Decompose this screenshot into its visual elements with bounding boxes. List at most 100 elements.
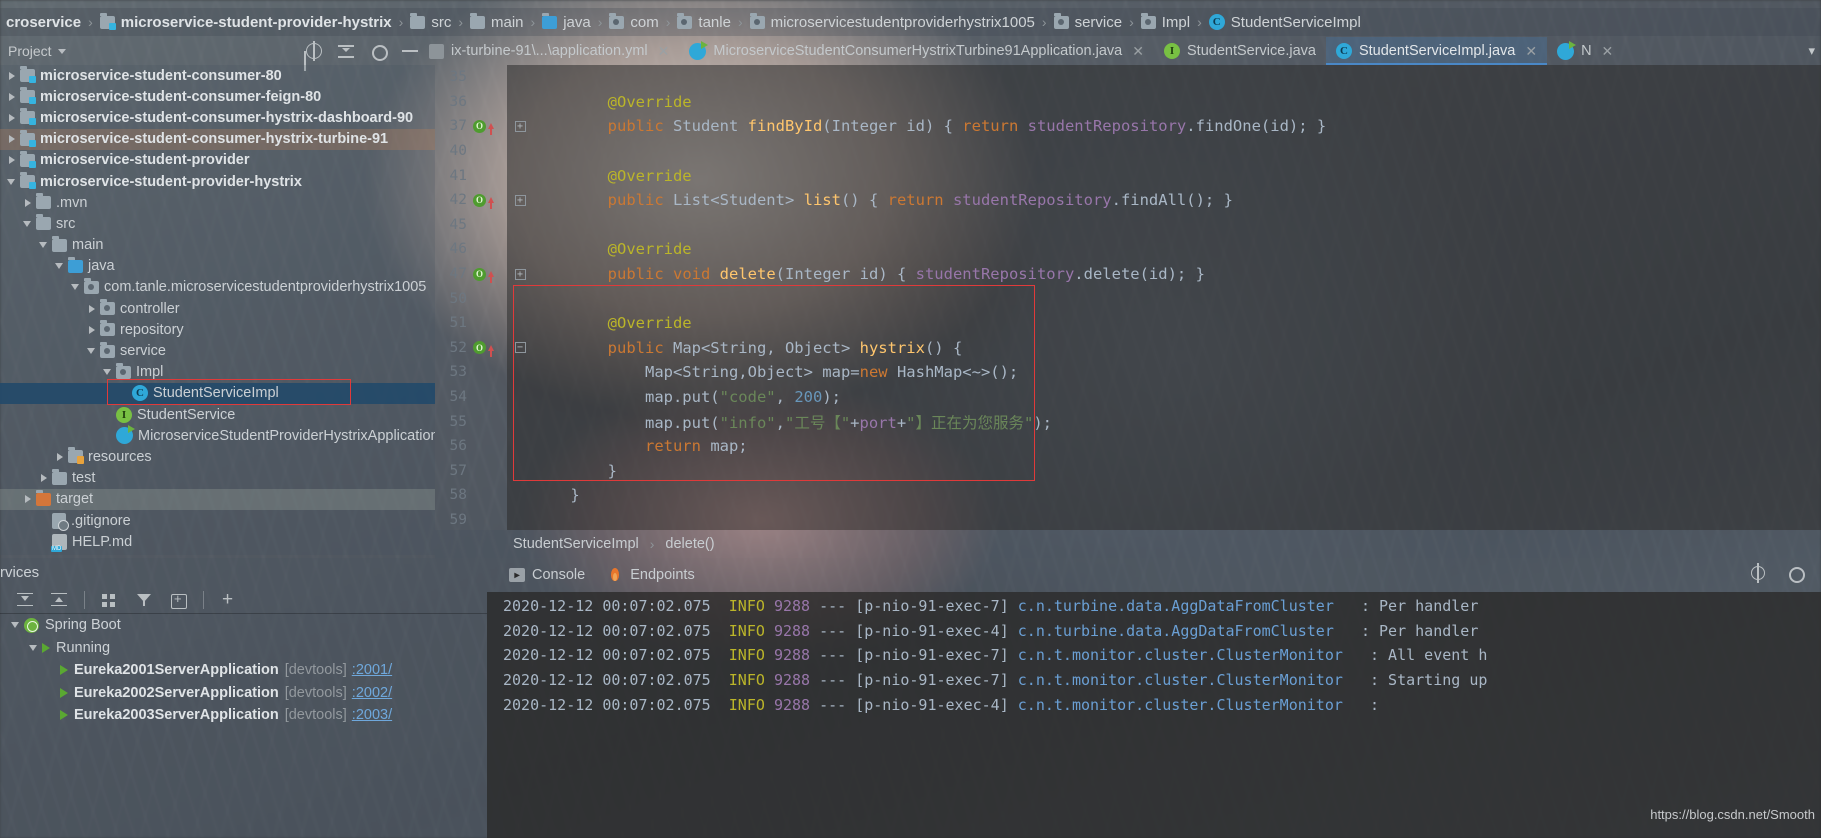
editor-tab-ix-turbine-91-application-yml[interactable]: ix-turbine-91\...\application.yml ✕: [419, 37, 679, 65]
breadcrumb-item-studentserviceimpl[interactable]: C StudentServiceImpl: [1205, 14, 1365, 31]
override-icon[interactable]: O: [473, 341, 486, 355]
tree-twisty-down-icon[interactable]: [4, 174, 20, 190]
tree-node-help-md[interactable]: HELP.md: [0, 531, 435, 552]
group-icon[interactable]: [101, 591, 119, 609]
add-tab-icon[interactable]: [169, 591, 187, 609]
code-line-42[interactable]: 42 O + public List<Student> list() { retur…: [435, 188, 1821, 213]
tree-node--mvn[interactable]: .mvn: [0, 192, 435, 213]
fold-plus-icon[interactable]: +: [507, 268, 533, 280]
fold-minus-icon[interactable]: −: [507, 342, 533, 354]
project-tree[interactable]: microservice-student-consumer-80 microser…: [0, 65, 435, 555]
hide-icon[interactable]: [1749, 563, 1767, 583]
tree-twisty-down-icon[interactable]: [100, 364, 116, 380]
up-arrow-icon[interactable]: [488, 344, 494, 357]
code-line-55[interactable]: 55 map.put("info","工号【"+port+"】正在为您服务");: [435, 409, 1821, 434]
service-link[interactable]: :2001/: [352, 662, 392, 678]
override-icon[interactable]: O: [473, 119, 486, 133]
code-line-35[interactable]: 35: [435, 65, 1821, 90]
tree-twisty-down-icon[interactable]: [26, 640, 42, 656]
up-arrow-icon[interactable]: [488, 197, 494, 210]
code-line-50[interactable]: 50: [435, 286, 1821, 311]
tree-node-target[interactable]: target: [0, 488, 435, 510]
fold-plus-icon[interactable]: +: [507, 120, 533, 132]
code-line-40[interactable]: 40: [435, 139, 1821, 164]
tree-twisty-down-icon[interactable]: [8, 617, 24, 633]
up-arrow-icon[interactable]: [488, 123, 494, 136]
tree-node--gitignore[interactable]: .gitignore: [0, 510, 435, 531]
service-row-spring-boot[interactable]: Spring Boot: [0, 614, 487, 637]
services-tree[interactable]: Spring Boot Running Eureka2001ServerApplic…: [0, 614, 487, 727]
tree-node-service[interactable]: service: [0, 340, 435, 361]
tree-twisty-right-icon[interactable]: [36, 470, 52, 486]
tree-node-microservice-student-provider[interactable]: microservice-student-provider: [0, 150, 435, 171]
locate-icon[interactable]: [305, 41, 323, 61]
code-line-58[interactable]: 58 }: [435, 483, 1821, 508]
console-tab-endpoints[interactable]: Endpoints: [607, 567, 695, 583]
editor-tabs-overflow[interactable]: ▾: [1808, 43, 1821, 59]
fold-plus-icon[interactable]: +: [507, 194, 533, 206]
editor-breadcrumb-item[interactable]: StudentServiceImpl: [513, 536, 639, 552]
tree-twisty-down-icon[interactable]: [52, 258, 68, 274]
code-line-46[interactable]: 46 @Override: [435, 237, 1821, 262]
code-line-36[interactable]: 36 @Override: [435, 90, 1821, 115]
gear-icon[interactable]: [1785, 563, 1805, 583]
gear-icon[interactable]: [369, 42, 388, 61]
console-tab-console[interactable]: ▸ Console: [509, 567, 585, 583]
breadcrumb-item-impl[interactable]: Impl: [1137, 12, 1194, 31]
editor-breadcrumb-item[interactable]: delete(): [665, 536, 714, 552]
project-view-selector[interactable]: Project: [0, 37, 110, 65]
breadcrumb-item-croservice[interactable]: croservice: [2, 14, 85, 31]
filter-icon[interactable]: [135, 591, 153, 609]
tree-twisty-right-icon[interactable]: [20, 491, 36, 507]
tree-twisty-down-icon[interactable]: [20, 216, 36, 232]
tree-node-microservicestudentproviderhystrixapplic[interactable]: MicroserviceStudentProviderHystrixApplic…: [0, 425, 435, 446]
tree-node-microservice-student-consumer-feign-80[interactable]: microservice-student-consumer-feign-80: [0, 86, 435, 107]
tree-node-microservice-student-consumer-hystrix-da[interactable]: microservice-student-consumer-hystrix-da…: [0, 107, 435, 128]
breadcrumb-item-com[interactable]: com: [605, 12, 662, 31]
collapse-all-icon[interactable]: [337, 42, 355, 60]
tree-twisty-right-icon[interactable]: [84, 322, 100, 338]
tree-node-src[interactable]: src: [0, 213, 435, 234]
expand-all-icon[interactable]: [16, 591, 34, 609]
tree-twisty-right-icon[interactable]: [4, 131, 20, 147]
services-tool-window[interactable]: rvices Spring Boot Running Eureka2001Serve…: [0, 558, 487, 838]
code-line-51[interactable]: 51 @Override: [435, 311, 1821, 336]
tree-twisty-right-icon[interactable]: [4, 152, 20, 168]
hide-icon[interactable]: [401, 42, 419, 60]
breadcrumb-item-service[interactable]: service: [1050, 12, 1127, 31]
add-icon[interactable]: [220, 589, 238, 611]
service-link[interactable]: :2002/: [352, 685, 392, 701]
tree-node-test[interactable]: test: [0, 468, 435, 489]
tree-node-resources[interactable]: resources: [0, 446, 435, 467]
code-line-37[interactable]: 37 O + public Student findById(Integer id)…: [435, 114, 1821, 139]
close-icon[interactable]: ✕: [1602, 43, 1614, 60]
service-link[interactable]: :2003/: [352, 707, 392, 723]
tree-node-microservice-student-consumer-hystrix-tu[interactable]: microservice-student-consumer-hystrix-tu…: [0, 128, 435, 150]
tree-twisty-down-icon[interactable]: [68, 279, 84, 295]
service-row-eureka2001serverapplication[interactable]: Eureka2001ServerApplication [devtools]:20…: [0, 659, 487, 682]
tree-twisty-right-icon[interactable]: [4, 89, 20, 105]
code-line-47[interactable]: 47 O + public void delete(Integer id) { st…: [435, 262, 1821, 287]
service-row-running[interactable]: Running: [0, 637, 487, 660]
tree-node-impl[interactable]: Impl: [0, 362, 435, 383]
code-line-54[interactable]: 54 map.put("code", 200);: [435, 385, 1821, 410]
tree-twisty-right-icon[interactable]: [20, 195, 36, 211]
editor-tab-studentserviceimpl-java[interactable]: C StudentServiceImpl.java ✕: [1325, 37, 1548, 65]
tree-twisty-right-icon[interactable]: [52, 449, 68, 465]
close-icon[interactable]: ✕: [658, 43, 670, 60]
editor-tab-n[interactable]: N ✕: [1547, 37, 1623, 65]
chevron-down-icon[interactable]: ▾: [1808, 43, 1815, 59]
override-icon[interactable]: O: [473, 193, 486, 207]
breadcrumb-item-microservice-student-provider-hystrix[interactable]: microservice-student-provider-hystrix: [96, 12, 396, 31]
editor-tab-microservicestudentconsumerhystrixturbin[interactable]: MicroserviceStudentConsumerHystrixTurbin…: [679, 37, 1154, 65]
up-arrow-icon[interactable]: [488, 271, 494, 284]
close-icon[interactable]: ✕: [1132, 43, 1144, 60]
tree-node-main[interactable]: main: [0, 235, 435, 256]
tree-node-studentserviceimpl[interactable]: C StudentServiceImpl: [0, 382, 435, 404]
service-row-eureka2003serverapplication[interactable]: Eureka2003ServerApplication [devtools]:20…: [0, 704, 487, 727]
code-line-53[interactable]: 53 Map<String,Object> map=new HashMap<~>…: [435, 360, 1821, 385]
tree-twisty-right-icon[interactable]: [4, 110, 20, 126]
code-line-45[interactable]: 45: [435, 213, 1821, 238]
console-tool-window[interactable]: ▸ Console Endpoints 2020-12-12 00:07:02.07…: [487, 558, 1821, 838]
tree-twisty-right-icon[interactable]: [4, 68, 20, 84]
